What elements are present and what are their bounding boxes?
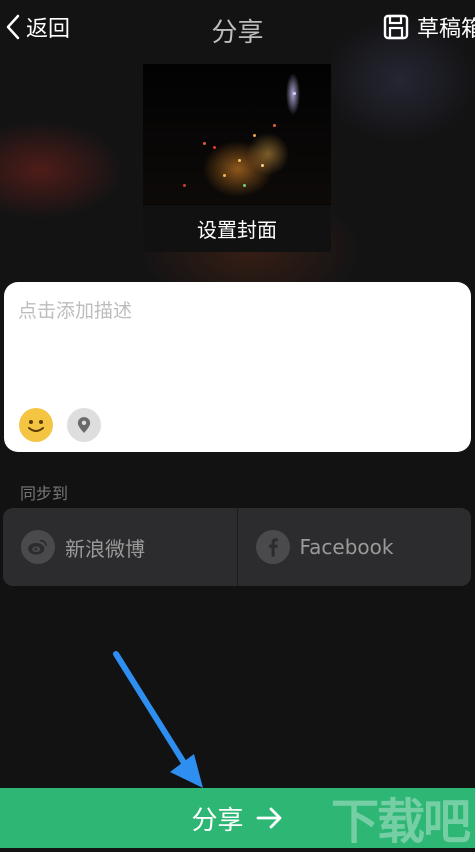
smiley-icon	[28, 420, 44, 432]
share-button-label: 分享	[191, 805, 244, 836]
sync-facebook-label: Facebook	[299, 535, 394, 559]
cover-thumbnail[interactable]: 设置封面	[143, 64, 331, 252]
sync-facebook-option[interactable]: Facebook	[236, 508, 472, 586]
top-bar: 返回 分享 草稿箱	[0, 0, 475, 56]
arrow-right-icon	[256, 807, 281, 829]
draft-box-button[interactable]: 草稿箱	[383, 10, 475, 44]
facebook-icon	[255, 530, 290, 564]
weibo-icon	[21, 530, 55, 564]
sync-weibo-option[interactable]: 新浪微博	[3, 508, 237, 586]
set-cover-bar[interactable]: 设置封面	[143, 205, 331, 252]
description-input[interactable]	[16, 294, 460, 394]
cover-image	[143, 64, 331, 204]
sync-weibo-label: 新浪微博	[65, 536, 145, 561]
location-pin-icon	[77, 417, 91, 433]
location-button[interactable]	[67, 408, 101, 442]
sync-options: 新浪微博 Facebook	[3, 508, 471, 586]
annotation-arrow-icon	[113, 651, 203, 788]
emoji-button[interactable]	[19, 408, 53, 442]
site-watermark: 下载吧	[330, 794, 471, 850]
sync-to-label: 同步到	[20, 484, 69, 503]
set-cover-label: 设置封面	[197, 218, 277, 242]
save-icon	[383, 14, 409, 40]
draft-box-label: 草稿箱	[416, 17, 475, 42]
